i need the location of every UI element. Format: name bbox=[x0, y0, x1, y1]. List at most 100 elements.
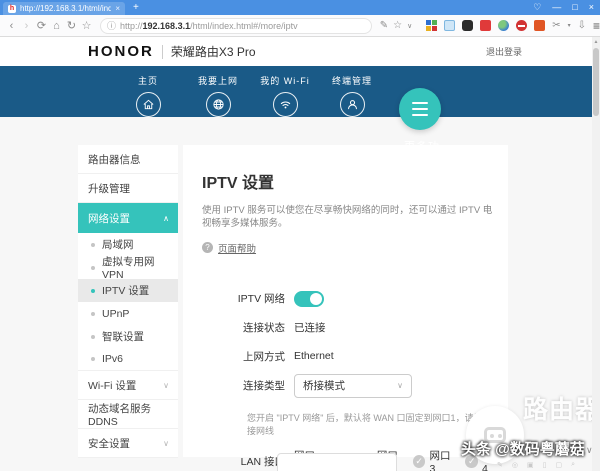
sidebar-item-vpn[interactable]: 虚拟专用网 VPN bbox=[78, 256, 178, 281]
window-icon: ▢ bbox=[555, 462, 563, 469]
scrollbar-thumb[interactable] bbox=[593, 48, 599, 116]
scroll-up-icon[interactable]: ▲ bbox=[592, 37, 600, 47]
sidebar-item-upnp[interactable]: UPnP bbox=[78, 302, 178, 325]
bullet-icon bbox=[91, 288, 95, 293]
address-bar[interactable]: ⓘ http://192.168.3.1/html/index.html#/mo… bbox=[100, 17, 372, 34]
restore-session-icon[interactable]: ↻ bbox=[64, 19, 79, 32]
minimize-button[interactable]: — bbox=[552, 1, 561, 14]
extension-panda-icon[interactable] bbox=[462, 20, 474, 31]
scissors-menu-icon[interactable]: ▾ bbox=[568, 22, 571, 29]
nav-item-internet[interactable]: 我要上网 bbox=[183, 66, 253, 117]
bookmark-star-icon[interactable]: ☆ bbox=[393, 20, 402, 31]
brand-logo: HONOR bbox=[88, 43, 154, 60]
frame-icon: ▣ bbox=[526, 462, 534, 469]
tab-close-icon[interactable]: × bbox=[115, 4, 120, 13]
sidebar-item-upgrade[interactable]: 升级管理 bbox=[78, 174, 178, 203]
chevron-up-icon: ∧ bbox=[163, 213, 169, 223]
maximize-button[interactable]: □ bbox=[572, 1, 577, 14]
sidebar-item-ipv6[interactable]: IPv6 bbox=[78, 348, 178, 371]
page-scrollbar[interactable]: ▲ bbox=[592, 37, 600, 471]
sidebar-item-ddns[interactable]: 动态域名服务 DDNS bbox=[78, 400, 178, 429]
help-icon: ? bbox=[202, 242, 213, 254]
chevron-down-icon: ∨ bbox=[163, 380, 169, 390]
connection-type-label: 连接类型 bbox=[243, 380, 285, 393]
sidebar-item-network-settings[interactable]: 网络设置 ∧ bbox=[78, 203, 178, 233]
watermark-byline: 头条 @数码粤蘑菇 bbox=[461, 441, 585, 458]
extension-red-icon[interactable] bbox=[480, 20, 492, 31]
extension-orange-icon[interactable] bbox=[534, 20, 546, 31]
save-button[interactable] bbox=[277, 453, 397, 471]
browser-menu-icon[interactable]: ≡ bbox=[593, 19, 600, 33]
logout-link[interactable]: 退出登录 bbox=[486, 45, 522, 58]
site-info-icon[interactable]: ⓘ bbox=[107, 19, 116, 32]
wifi-icon bbox=[272, 92, 298, 117]
adblock-icon[interactable] bbox=[516, 20, 528, 31]
iptv-settings-panel: IPTV 设置 使用 IPTV 服务可以使您在尽享畅快网络的同时，还可以通过 I… bbox=[183, 145, 508, 471]
chevron-down-icon: ∨ bbox=[163, 438, 169, 448]
access-mode-value: Ethernet bbox=[294, 350, 334, 363]
bullet-icon bbox=[91, 334, 95, 339]
watermark-title: 路由器 bbox=[523, 396, 600, 424]
bookmark-dropdown-icon[interactable]: ∨ bbox=[407, 22, 412, 30]
extension-grid-icon[interactable] bbox=[426, 20, 438, 31]
bullet-icon bbox=[91, 357, 95, 361]
phone-icon: ▯ bbox=[542, 462, 547, 469]
sidebar-item-wifi-settings[interactable]: Wi-Fi 设置 ∨ bbox=[78, 371, 178, 400]
brand-divider bbox=[161, 44, 163, 59]
page-description: 使用 IPTV 服务可以使您在尽享畅快网络的同时，还可以通过 IPTV 电视畅享… bbox=[202, 205, 493, 230]
devices-icon bbox=[339, 92, 365, 117]
nav-item-wifi[interactable]: 我的 Wi-Fi bbox=[250, 66, 320, 117]
settings-sidebar: 路由器信息 升级管理 网络设置 ∧ 局域网 虚拟专用网 VPN IPTV 设置 U… bbox=[78, 145, 178, 458]
sidebar-item-lan[interactable]: 局域网 bbox=[78, 233, 178, 256]
connection-status-label: 连接状态 bbox=[243, 321, 285, 334]
browser-tab[interactable]: h http://192.168.3.1/html/ind × bbox=[3, 2, 125, 15]
close-button[interactable]: × bbox=[589, 1, 594, 14]
home-icon[interactable]: ⌂ bbox=[49, 20, 64, 32]
bullet-icon bbox=[91, 311, 95, 316]
access-mode-label: 上网方式 bbox=[243, 350, 285, 363]
sidebar-item-router-info[interactable]: 路由器信息 bbox=[78, 145, 178, 174]
screenshot-scissors-icon[interactable]: ✂ bbox=[552, 20, 560, 31]
router-model: 荣耀路由X3 Pro bbox=[170, 45, 256, 59]
page-title: IPTV 设置 bbox=[202, 175, 275, 192]
home-icon bbox=[135, 92, 161, 117]
url-text: http://192.168.3.1/html/index.html#/more… bbox=[120, 20, 298, 31]
feedback-icon[interactable]: ♡ bbox=[533, 1, 541, 14]
site-header: HONOR 荣耀路由X3 Pro 退出登录 bbox=[0, 37, 600, 66]
site-favicon: h bbox=[8, 4, 16, 13]
sidebar-item-hilink[interactable]: 智联设置 bbox=[78, 325, 178, 348]
page-help-link[interactable]: 页面帮助 bbox=[218, 241, 256, 255]
nav-item-home[interactable]: 主页 bbox=[113, 66, 183, 117]
iptv-network-label: IPTV 网络 bbox=[237, 293, 285, 306]
checkbox-checked-icon[interactable]: ✓ bbox=[412, 454, 426, 468]
screen: { "browser": { "tab_title": "http://192.… bbox=[0, 0, 600, 471]
top-navbar: 主页 我要上网 我的 Wi-Fi 终端管理 更多功能 bbox=[0, 66, 600, 169]
new-tab-button[interactable]: + bbox=[133, 1, 139, 14]
sidebar-item-security[interactable]: 安全设置 ∨ bbox=[78, 429, 178, 458]
more-menu-button[interactable] bbox=[399, 88, 441, 130]
favorites-icon[interactable]: ☆ bbox=[79, 19, 94, 32]
nav-item-devices[interactable]: 终端管理 bbox=[317, 66, 387, 117]
browser-toolbar: ‹ › ⟳ ⌂ ↻ ☆ ⓘ http://192.168.3.1/html/in… bbox=[0, 15, 600, 37]
bullet-icon bbox=[91, 265, 95, 270]
bullet-icon bbox=[91, 242, 95, 247]
iptv-network-toggle[interactable] bbox=[294, 290, 324, 307]
extension-pc-icon[interactable] bbox=[444, 20, 456, 31]
extension-globe-icon[interactable] bbox=[498, 20, 510, 31]
refresh-icon[interactable]: ⟳ bbox=[34, 19, 49, 32]
connection-type-select[interactable]: 桥接模式 ∨ bbox=[294, 373, 412, 398]
sidebar-item-iptv[interactable]: IPTV 设置 bbox=[78, 279, 178, 302]
back-icon[interactable]: ‹ bbox=[4, 20, 19, 32]
download-icon[interactable]: ⇩ bbox=[578, 20, 586, 31]
pen-icon: ✎ bbox=[497, 462, 503, 469]
tab-title: http://192.168.3.1/html/ind bbox=[20, 4, 112, 13]
globe-icon bbox=[205, 92, 231, 117]
lan-port-3[interactable]: ✓ 网口3 bbox=[412, 448, 456, 471]
chevron-down-icon: ∨ bbox=[397, 381, 403, 391]
search-icon: ⌕ bbox=[571, 461, 576, 468]
hamburger-icon bbox=[412, 102, 428, 104]
lan-port-label: LAN 接口 bbox=[240, 455, 285, 468]
forward-icon[interactable]: › bbox=[19, 20, 34, 32]
edit-icon[interactable]: ✎ bbox=[380, 20, 388, 31]
browser-titlebar: h http://192.168.3.1/html/ind × + ♡ — □ … bbox=[0, 0, 600, 15]
